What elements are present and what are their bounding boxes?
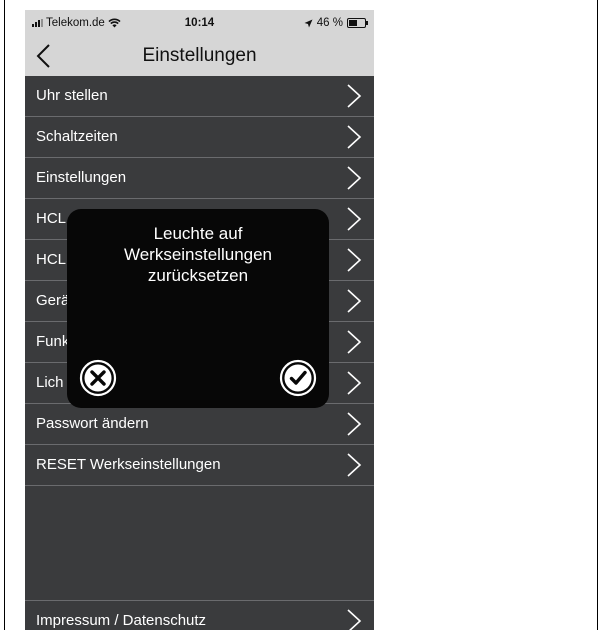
menu-item-schaltzeiten[interactable]: Schaltzeiten (25, 117, 374, 158)
menu-item-reset-werkseinstellungen[interactable]: RESET Werkseinstellungen (25, 445, 374, 486)
location-arrow-icon (304, 19, 313, 27)
menu-item-label: Uhr stellen (36, 87, 108, 104)
battery-icon (347, 18, 368, 28)
menu-item-label: HCL (36, 251, 67, 268)
chevron-right-icon (347, 166, 362, 190)
chevron-right-icon (347, 609, 362, 630)
checkmark-circle-icon[interactable] (279, 359, 317, 397)
menu-item-label: Schaltzeiten (36, 128, 118, 145)
menu-item-impressum-datenschutz[interactable]: Impressum / Datenschutz (25, 600, 374, 630)
frame-border-right (597, 0, 598, 630)
page-title: Einstellungen (142, 45, 257, 66)
chevron-right-icon (347, 207, 362, 231)
chevron-right-icon (347, 412, 362, 436)
close-circle-icon[interactable] (79, 359, 117, 397)
menu-item-uhr-stellen[interactable]: Uhr stellen (25, 76, 374, 117)
chevron-right-icon (347, 248, 362, 272)
chevron-right-icon (347, 453, 362, 477)
status-bar: Telekom.de 10:14 46 % (25, 10, 374, 36)
menu-item-label: Impressum / Datenschutz (36, 612, 207, 629)
reset-confirm-dialog: Leuchte auf Werkseinstellungen zurückset… (67, 209, 329, 408)
menu-item-label: Gerä (36, 292, 70, 309)
status-right: 46 % (304, 17, 368, 29)
chevron-right-icon (347, 84, 362, 108)
menu-item-label: Einstellungen (36, 169, 127, 186)
battery-percent: 46 % (316, 17, 343, 29)
chevron-right-icon (347, 330, 362, 354)
menu-item-label: Funk (36, 333, 70, 350)
dialog-message: Leuchte auf Werkseinstellungen zurückset… (123, 224, 273, 285)
menu-item-label: HCL (36, 210, 67, 227)
menu-item-label: RESET Werkseinstellungen (36, 456, 221, 473)
chevron-right-icon (347, 125, 362, 149)
menu-item-label: Lich (36, 374, 64, 391)
navigation-bar: Einstellungen (25, 36, 374, 76)
chevron-right-icon (347, 371, 362, 395)
menu-item-passwort-aendern[interactable]: Passwort ändern (25, 404, 374, 445)
menu-item-einstellungen[interactable]: Einstellungen (25, 158, 374, 199)
menu-item-label: Passwort ändern (36, 415, 149, 432)
chevron-right-icon (347, 289, 362, 313)
frame-border-left (4, 0, 5, 630)
